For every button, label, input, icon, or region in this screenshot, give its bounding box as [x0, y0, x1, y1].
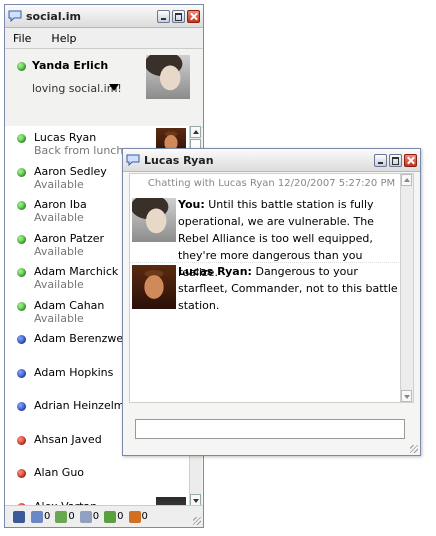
- contact-row[interactable]: Alan Guo: [5, 461, 189, 495]
- chat-message-input[interactable]: [135, 419, 405, 439]
- chat-scrollbar[interactable]: [400, 174, 413, 402]
- presence-green-icon: [17, 201, 26, 210]
- status-dropdown-icon[interactable]: [109, 84, 119, 91]
- contact-name: Adam Hopkins: [34, 365, 114, 379]
- message-sender: Lucas Ryan:: [178, 265, 252, 278]
- profile-name: Yanda Erlich: [32, 59, 109, 72]
- notification-count: 0: [92, 511, 100, 522]
- chat-message: Lucas Ryan: Dangerous to your starfleet,…: [130, 263, 413, 323]
- chat-bubble-icon: [126, 154, 140, 166]
- contact-status: Available: [34, 177, 84, 191]
- contact-name: Adam Cahan: [34, 298, 105, 312]
- contact-name: Aaron Patzer: [34, 231, 105, 245]
- resize-grip[interactable]: [193, 517, 201, 525]
- contact-status: Back from lunch: [34, 144, 124, 157]
- contact-name: Adam Berenzweig: [34, 332, 134, 345]
- contact-name: Aaron Iba: [34, 198, 87, 211]
- contact-name: Ahsan Javed: [34, 432, 102, 446]
- notification-photos[interactable]: 0: [128, 510, 148, 523]
- chat-bubble-icon: [8, 10, 22, 22]
- notification-friends[interactable]: 0: [55, 510, 75, 523]
- photos-icon: [128, 510, 141, 523]
- presence-blue-icon: [17, 335, 26, 344]
- friends-icon: [55, 510, 68, 523]
- facebook-icon: [13, 510, 25, 523]
- scroll-up-icon[interactable]: [190, 126, 201, 138]
- presence-red-icon: [17, 469, 26, 478]
- presence-blue-icon: [17, 368, 26, 378]
- chat-window: Lucas Ryan Chatting with Lucas Ryan 12/2…: [122, 148, 421, 456]
- contact-name: Aaron Sedley: [34, 164, 107, 178]
- presence-green-icon: [17, 268, 26, 277]
- menu-file[interactable]: File: [13, 32, 31, 45]
- presence-green-icon: [17, 234, 26, 244]
- message-avatar: [132, 265, 176, 309]
- maximize-button[interactable]: [172, 9, 185, 23]
- notification-count: 0: [68, 511, 75, 522]
- message-avatar: [132, 198, 176, 242]
- contact-status: Available: [34, 311, 84, 325]
- presence-red-icon: [17, 435, 26, 445]
- scroll-down-icon[interactable]: [401, 390, 412, 402]
- notification-count: 0: [44, 511, 51, 522]
- presence-green-icon: [17, 301, 26, 311]
- chat-minimize-button[interactable]: [374, 153, 387, 167]
- chat-maximize-button[interactable]: [389, 153, 402, 167]
- menu-bar: File Help: [5, 28, 203, 49]
- mail-icon: [79, 510, 92, 523]
- contact-name: Adam Marchick: [34, 265, 119, 278]
- presence-green-icon: [17, 167, 26, 177]
- chat-window-title: Lucas Ryan: [144, 153, 214, 167]
- contact-status: Available: [34, 278, 84, 291]
- chat-transcript: Chatting with Lucas Ryan 12/20/2007 5:27…: [129, 173, 414, 403]
- notification-count: 0: [141, 511, 148, 522]
- contact-status: Available: [34, 244, 84, 258]
- notification-count: 0: [117, 511, 124, 522]
- minimize-button[interactable]: [157, 9, 170, 23]
- message-sender: You:: [178, 198, 205, 211]
- profile-avatar[interactable]: [146, 55, 190, 99]
- chat-titlebar[interactable]: Lucas Ryan: [123, 149, 420, 172]
- contact-status: Available: [34, 211, 84, 224]
- chat-session-header: Chatting with Lucas Ryan 12/20/2007 5:27…: [147, 178, 396, 189]
- notification-bar: 0 0 0 0 0: [5, 505, 203, 527]
- contact-name: Lucas Ryan: [34, 131, 97, 144]
- online-status-icon[interactable]: [17, 62, 26, 71]
- profile-panel: Yanda Erlich loving social.im!: [5, 49, 203, 128]
- menu-help[interactable]: Help: [51, 32, 76, 45]
- presence-green-icon: [17, 134, 26, 143]
- presence-blue-icon: [17, 402, 26, 411]
- resize-grip[interactable]: [410, 445, 418, 453]
- notification-mail[interactable]: 0: [79, 510, 100, 523]
- contact-name: Alan Guo: [34, 466, 85, 479]
- chat-message: You: Until this battle station is fully …: [130, 196, 413, 279]
- scroll-up-icon[interactable]: [401, 174, 412, 186]
- close-button[interactable]: [187, 9, 200, 23]
- chat-close-button[interactable]: [404, 153, 417, 167]
- sms-icon: [104, 510, 117, 523]
- feed-icon: [31, 510, 43, 523]
- notification-facebook[interactable]: [13, 510, 26, 523]
- titlebar[interactable]: social.im: [5, 5, 203, 28]
- notification-sms[interactable]: 0: [104, 510, 124, 523]
- window-title: social.im: [26, 9, 81, 23]
- notification-feed[interactable]: 0: [31, 510, 51, 523]
